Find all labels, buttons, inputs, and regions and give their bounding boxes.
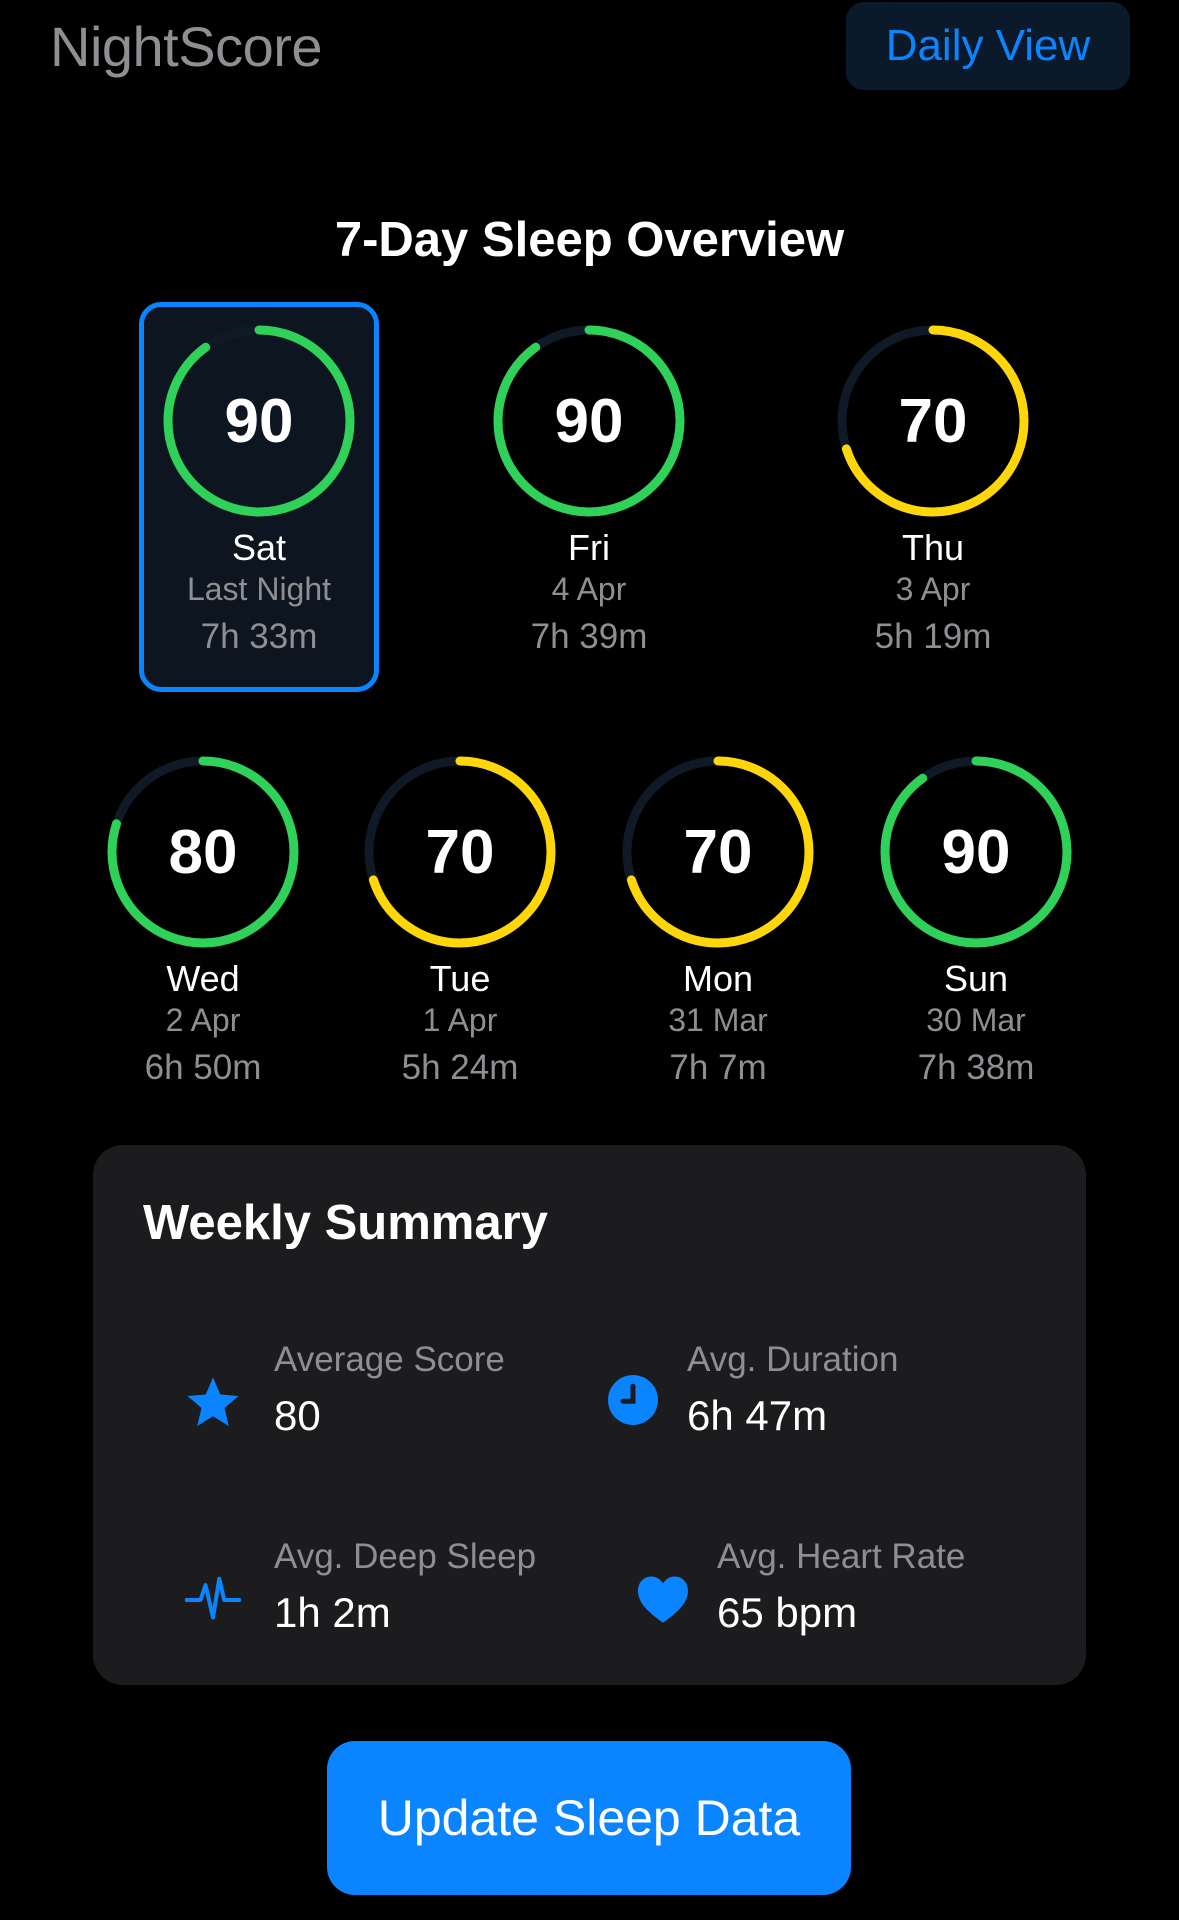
- day-date: 30 Mar: [926, 1002, 1026, 1038]
- score-value: 70: [898, 386, 968, 456]
- summary-title: Weekly Summary: [143, 1196, 548, 1250]
- score-value: 90: [554, 386, 624, 456]
- app-screen: NightScore Daily View 7-Day Sleep Overvi…: [0, 0, 1179, 1920]
- day-duration: 5h 19m: [874, 617, 992, 656]
- score-ring: 70: [618, 752, 818, 952]
- day-name: Thu: [901, 527, 965, 568]
- day-name: Tue: [429, 958, 491, 999]
- score-ring: 70: [360, 752, 560, 952]
- score-ring: 80: [103, 752, 303, 952]
- day-duration: 7h 39m: [530, 617, 648, 656]
- day-duration: 5h 24m: [401, 1048, 519, 1087]
- waveform-icon: [184, 1576, 242, 1620]
- clock-icon: [608, 1375, 658, 1425]
- daily-view-button[interactable]: Daily View: [846, 2, 1130, 90]
- score-ring: 70: [833, 321, 1033, 521]
- overview-title: 7-Day Sleep Overview: [334, 213, 845, 267]
- score-ring: 90: [876, 752, 1076, 952]
- day-date: Last Night: [186, 571, 332, 607]
- score-value: 70: [683, 817, 753, 887]
- day-card-thu[interactable]: 70 Thu 3 Apr 5h 19m: [813, 321, 1053, 665]
- stat-value: 80: [274, 1392, 321, 1439]
- stat-value: 65 bpm: [717, 1589, 858, 1636]
- weekly-summary-card: Weekly Summary Average Score 80 Avg. Dur…: [93, 1145, 1086, 1685]
- day-name: Wed: [166, 958, 240, 999]
- score-ring: 90: [489, 321, 689, 521]
- day-card-fri[interactable]: 90 Fri 4 Apr 7h 39m: [469, 321, 709, 665]
- day-duration: 7h 38m: [917, 1048, 1035, 1087]
- day-date: 2 Apr: [165, 1002, 241, 1038]
- heart-icon: [638, 1576, 688, 1623]
- stat-label: Average Score: [274, 1340, 505, 1379]
- day-duration: 7h 33m: [200, 617, 318, 656]
- day-date: 4 Apr: [551, 571, 627, 607]
- score-value: 70: [425, 817, 495, 887]
- day-card-mon[interactable]: 70 Mon 31 Mar 7h 7m: [598, 752, 838, 1096]
- score-value: 90: [941, 817, 1011, 887]
- day-date: 31 Mar: [668, 1002, 768, 1038]
- app-title: NightScore: [50, 15, 323, 78]
- day-name: Sun: [943, 958, 1009, 999]
- day-card-tue[interactable]: 70 Tue 1 Apr 5h 24m: [340, 752, 580, 1096]
- day-name: Sat: [231, 527, 287, 568]
- day-date: 1 Apr: [422, 1002, 498, 1038]
- stat-label: Avg. Duration: [687, 1340, 899, 1379]
- stat-label: Avg. Deep Sleep: [274, 1537, 537, 1576]
- update-sleep-data-button[interactable]: Update Sleep Data: [327, 1741, 851, 1895]
- day-name: Mon: [682, 958, 754, 999]
- day-duration: 7h 7m: [669, 1048, 767, 1087]
- score-value: 80: [168, 817, 238, 887]
- day-card-sun[interactable]: 90 Sun 30 Mar 7h 38m: [856, 752, 1096, 1096]
- stat-value: 6h 47m: [687, 1392, 828, 1439]
- star-icon: [187, 1377, 239, 1426]
- stat-value: 1h 2m: [274, 1589, 391, 1636]
- day-card-sat[interactable]: 90 Sat Last Night 7h 33m: [139, 302, 379, 692]
- day-date: 3 Apr: [895, 571, 971, 607]
- stat-label: Avg. Heart Rate: [717, 1537, 966, 1576]
- day-name: Fri: [568, 527, 610, 568]
- score-ring: 90: [159, 321, 359, 521]
- day-duration: 6h 50m: [144, 1048, 262, 1087]
- day-card-wed[interactable]: 80 Wed 2 Apr 6h 50m: [83, 752, 323, 1096]
- score-value: 90: [224, 386, 294, 456]
